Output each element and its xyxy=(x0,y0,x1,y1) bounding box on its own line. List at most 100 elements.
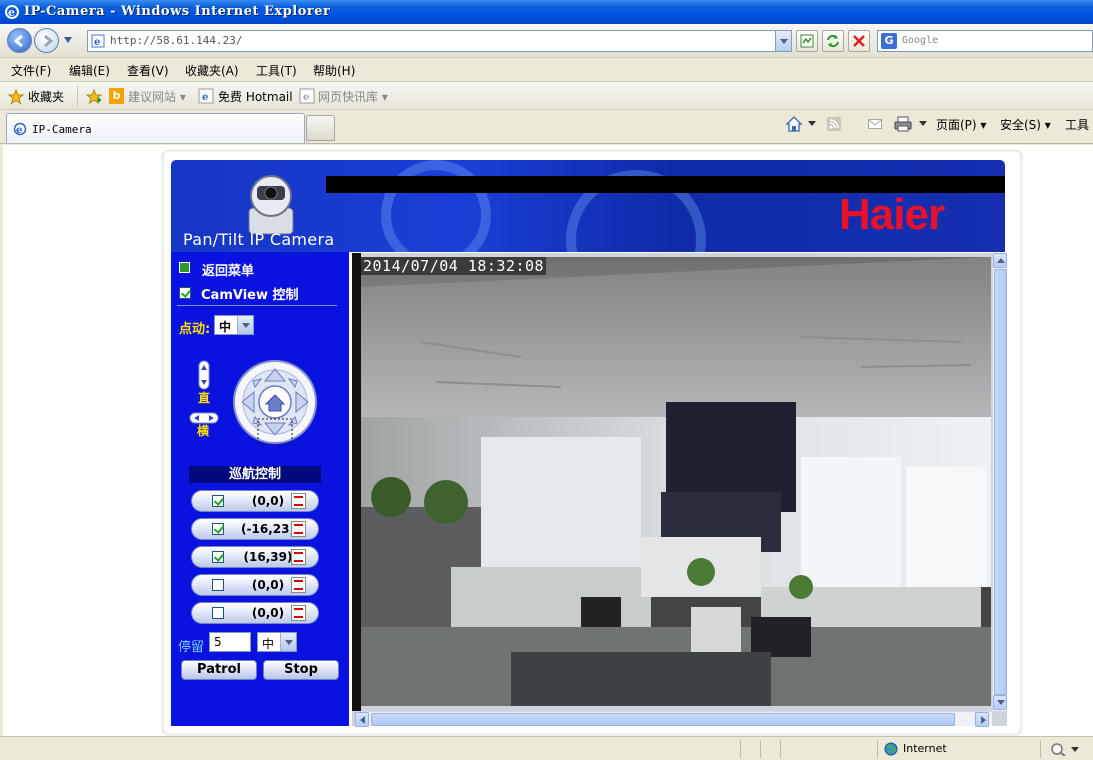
back-button[interactable] xyxy=(7,28,32,53)
compatibility-view-button[interactable] xyxy=(796,30,818,52)
ie-page-icon: e xyxy=(198,88,214,104)
preset-checkbox[interactable] xyxy=(212,523,224,535)
menu-tools[interactable]: 工具(T) xyxy=(256,62,297,79)
jog-speed-select[interactable]: 中 xyxy=(214,315,254,335)
banner-decoration xyxy=(381,160,491,252)
hotmail-link[interactable]: 免费 Hotmail xyxy=(218,88,293,105)
bing-icon: b xyxy=(109,88,124,104)
back-arrow-icon xyxy=(179,262,190,273)
window-title: IP-Camera - Windows Internet Explorer xyxy=(24,4,331,19)
print-icon[interactable] xyxy=(894,116,912,132)
google-icon: G xyxy=(881,33,897,49)
horizontal-scrollbar[interactable] xyxy=(355,711,992,727)
safety-menu[interactable]: 安全(S) ▾ xyxy=(1000,116,1051,133)
arrow-right-icon xyxy=(44,34,54,48)
close-icon xyxy=(853,35,865,47)
camview-checkbox[interactable] xyxy=(179,287,191,299)
preset-checkbox[interactable] xyxy=(212,495,224,507)
back-to-menu-link[interactable]: 返回菜单 xyxy=(202,260,254,279)
scroll-up-button[interactable] xyxy=(993,253,1007,268)
scroll-down-button[interactable] xyxy=(993,695,1007,710)
page-icon: e xyxy=(91,34,105,48)
preset-clear-icon[interactable] xyxy=(291,605,306,621)
preset-checkbox[interactable] xyxy=(212,551,224,563)
chevron-down-icon[interactable] xyxy=(919,121,927,127)
ptz-direction-pad[interactable] xyxy=(231,359,319,445)
mail-icon[interactable] xyxy=(868,119,882,129)
ptz-camera-icon xyxy=(248,175,294,235)
rss-feed-icon[interactable] xyxy=(827,117,841,131)
divider xyxy=(177,305,337,306)
web-slice-gallery-link[interactable]: 网页快讯库 ▾ xyxy=(318,88,388,105)
control-panel: 返回菜单 CamView 控制 点动: 中 直 横 巡航控制 (0,0) (-1… xyxy=(171,252,349,726)
horizontal-label: 横 xyxy=(197,424,210,438)
address-dropdown-button[interactable] xyxy=(775,31,791,51)
tools-menu[interactable]: 工具 xyxy=(1065,116,1089,133)
preset-clear-icon[interactable] xyxy=(291,521,306,537)
dwell-speed-value: 中 xyxy=(262,637,275,651)
history-dropdown-icon[interactable] xyxy=(63,36,73,44)
vertical-label: 直 xyxy=(198,391,211,405)
dwell-speed-select[interactable]: 中 xyxy=(257,632,297,652)
scroll-thumb[interactable] xyxy=(994,269,1007,695)
favorites-bar: 收藏夹 b 建议网站 ▾ e 免费 Hotmail e 网页快讯库 ▾ xyxy=(0,82,1093,110)
compatibility-icon xyxy=(800,34,814,48)
new-tab-button[interactable] xyxy=(306,115,335,141)
menu-bar: 文件(F) 编辑(E) 查看(V) 收藏夹(A) 工具(T) 帮助(H) xyxy=(0,58,1093,82)
jog-speed-value: 中 xyxy=(219,320,232,334)
preset-row: (16,39) xyxy=(191,546,319,568)
banner-fine-print xyxy=(674,213,834,219)
camera-banner: Pan/Tilt IP Camera Haier xyxy=(171,160,1005,252)
arrow-left-icon xyxy=(13,34,23,48)
scroll-thumb[interactable] xyxy=(371,713,955,726)
chevron-down-icon[interactable] xyxy=(1071,747,1079,753)
stop-loading-button[interactable] xyxy=(848,30,870,52)
refresh-icon xyxy=(827,34,839,48)
menu-edit[interactable]: 编辑(E) xyxy=(69,62,110,79)
status-divider xyxy=(877,740,878,758)
svg-text:e: e xyxy=(303,92,309,103)
preset-clear-icon[interactable] xyxy=(291,493,306,509)
scroll-right-button[interactable] xyxy=(975,712,989,727)
tab-title: IP-Camera xyxy=(32,123,92,136)
tab-ip-camera[interactable]: e IP-Camera xyxy=(6,113,305,143)
zoom-icon[interactable] xyxy=(1050,742,1068,756)
svg-text:e: e xyxy=(94,37,100,48)
favorites-button[interactable]: 收藏夹 xyxy=(28,88,64,105)
chevron-down-icon[interactable] xyxy=(808,121,816,127)
svg-text:e: e xyxy=(202,92,208,103)
refresh-button[interactable] xyxy=(822,30,844,52)
forward-button[interactable] xyxy=(34,28,59,53)
web-slice-icon: e xyxy=(299,88,315,104)
add-favorite-icon[interactable] xyxy=(85,88,103,106)
camera-video-feed[interactable]: 2014/07/04 18:32:08 xyxy=(361,257,991,706)
patrol-button[interactable]: Patrol xyxy=(181,660,257,680)
globe-icon xyxy=(884,742,898,756)
chevron-down-icon xyxy=(280,633,296,651)
dwell-time-input[interactable]: 5 xyxy=(209,632,251,652)
menu-help[interactable]: 帮助(H) xyxy=(313,62,355,79)
search-input[interactable]: G Google xyxy=(877,30,1093,52)
home-icon[interactable] xyxy=(785,115,803,133)
page-menu[interactable]: 页面(P) ▾ xyxy=(936,116,986,133)
camview-label: CamView 控制 xyxy=(201,288,299,303)
menu-file[interactable]: 文件(F) xyxy=(11,62,51,79)
scroll-left-button[interactable] xyxy=(355,712,369,727)
stop-button[interactable]: Stop xyxy=(263,660,339,680)
vertical-scrollbar[interactable] xyxy=(992,253,1007,711)
video-timestamp: 2014/07/04 18:32:08 xyxy=(361,257,547,275)
preset-clear-icon[interactable] xyxy=(291,577,306,593)
chevron-down-icon xyxy=(780,39,788,44)
address-bar[interactable]: e http://58.61.144.23/ xyxy=(87,30,792,52)
status-divider xyxy=(780,740,781,758)
preset-checkbox[interactable] xyxy=(212,579,224,591)
vertical-scan-icon[interactable] xyxy=(198,360,210,390)
menu-view[interactable]: 查看(V) xyxy=(127,62,169,79)
address-row: e http://58.61.144.23/ G Google xyxy=(0,24,1093,58)
preset-clear-icon[interactable] xyxy=(291,549,306,565)
preset-checkbox[interactable] xyxy=(212,607,224,619)
suggested-sites-link[interactable]: 建议网站 ▾ xyxy=(128,88,186,105)
menu-favorites[interactable]: 收藏夹(A) xyxy=(185,62,239,79)
status-divider xyxy=(760,740,761,758)
svg-text:e: e xyxy=(16,125,22,136)
